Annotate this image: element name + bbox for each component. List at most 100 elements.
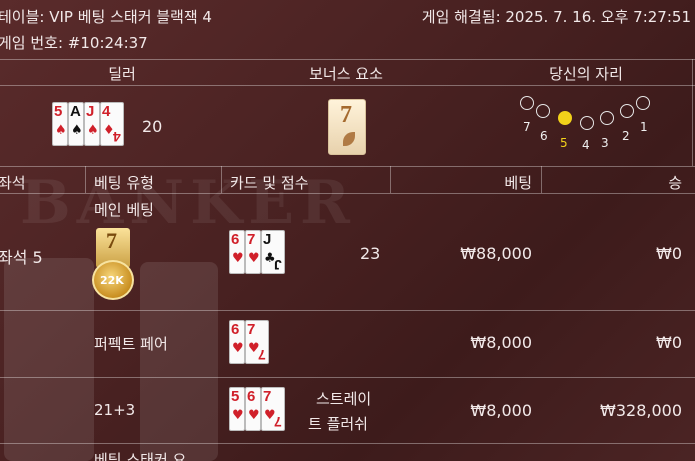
card-suit-icon: ♠	[55, 123, 67, 138]
background-card-ace	[140, 262, 218, 461]
divider	[85, 166, 86, 193]
dealer-hand: 5 ♠ A ♠ J ♠ 4 ♦ 4	[52, 102, 124, 146]
divider	[0, 166, 695, 167]
card-rank: 6	[231, 321, 240, 338]
card-rank: 5	[54, 103, 63, 120]
playing-card: A ♠	[68, 102, 84, 146]
seat-circle-3	[600, 111, 614, 125]
main-score: 23	[360, 244, 381, 263]
main-hand: 6 ♥ 7 ♥ J ♣ J	[229, 230, 285, 274]
divider	[692, 59, 693, 166]
card-rank-inverted: 7	[258, 347, 266, 363]
column-bet: 베팅	[504, 174, 532, 192]
playing-card: J ♣ J	[261, 230, 285, 274]
card-rank: 4	[102, 103, 111, 120]
card-suit-icon: ♥	[232, 341, 244, 356]
dealer-score: 20	[142, 117, 163, 136]
seat-circle-1	[636, 96, 650, 110]
seat-circle-5	[558, 111, 572, 125]
card-rank: J	[263, 231, 272, 248]
card-rank: 5	[231, 388, 240, 405]
playing-card: 7 ♥ 7	[245, 320, 269, 364]
card-rank: 7	[263, 388, 272, 405]
card-suit-icon: ♠	[71, 123, 83, 138]
playing-card: 7 ♥ 7	[261, 387, 285, 431]
column-bet-type: 베팅 유형	[94, 174, 154, 192]
seat-number-label: 1	[640, 120, 648, 134]
seat-number-label: 5	[560, 136, 568, 150]
dealer-header: 딜러	[108, 65, 136, 83]
seat-number-label: 6	[540, 129, 548, 143]
seat-number-label: 4	[582, 138, 590, 152]
side-bet-21-3-label: 21+3	[94, 401, 136, 419]
card-suit-icon: ♥	[232, 408, 244, 423]
card-suit-icon: ♥	[248, 408, 260, 423]
playing-card: 6 ♥	[229, 230, 245, 274]
divider	[221, 166, 222, 193]
seat-number-label: 7	[523, 120, 531, 134]
divider	[0, 85, 695, 86]
table-name: 테이블: VIP 베팅 스태커 블랙잭 4	[0, 8, 212, 26]
bonus-card-value: 7	[340, 102, 352, 128]
divider	[390, 166, 391, 193]
column-win: 승	[668, 174, 682, 192]
side-bet-amount: ₩8,000	[470, 401, 532, 420]
main-bet-label: 메인 베팅	[94, 201, 154, 219]
main-bet-amount: ₩88,000	[460, 244, 532, 263]
column-cards-score: 카드 및 점수	[230, 174, 309, 192]
divider	[0, 59, 695, 60]
side-bet-hand: 5 ♥ 6 ♥ 7 ♥ 7	[229, 387, 285, 431]
column-seat: 좌석	[0, 174, 26, 192]
card-suit-icon: ♥	[232, 251, 244, 266]
playing-card: 5 ♠	[52, 102, 68, 146]
divider	[541, 166, 542, 193]
card-rank-inverted: J	[274, 257, 282, 273]
seat-number-label: 2	[622, 129, 630, 143]
playing-card: 4 ♦ 4	[100, 102, 124, 146]
seat-header: 당신의 자리	[549, 65, 623, 83]
seat-number-label: 3	[601, 136, 609, 150]
playing-card: 6 ♥	[245, 387, 261, 431]
side-bet-win: ₩328,000	[600, 401, 682, 420]
chip-card-value: 7	[106, 228, 117, 253]
seat-circle-6	[536, 104, 550, 118]
card-rank: 6	[231, 231, 240, 248]
playing-card: J ♠	[84, 102, 100, 146]
seat-number: 좌석 5	[0, 248, 43, 267]
main-win-amount: ₩0	[656, 244, 682, 263]
game-number: 게임 번호: #10:24:37	[0, 34, 148, 52]
playing-card: 7 ♥	[245, 230, 261, 274]
card-rank: J	[86, 103, 95, 120]
divider	[0, 443, 695, 444]
card-rank-inverted: 7	[274, 414, 282, 430]
card-rank: 6	[247, 388, 256, 405]
chip-value: 22K	[100, 274, 124, 287]
playing-card: 6 ♥	[229, 320, 245, 364]
card-rank: 7	[247, 231, 256, 248]
game-header: 테이블: VIP 베팅 스태커 블랙잭 4 게임 번호: #10:24:37 게…	[0, 0, 695, 58]
divider	[0, 310, 695, 311]
playing-card: 5 ♥	[229, 387, 245, 431]
seat-circle-7	[520, 96, 534, 110]
leaf-icon	[343, 132, 355, 146]
card-rank: A	[70, 103, 81, 120]
bet-stacker-label: 베팅 스태커 요	[94, 451, 187, 461]
perfect-pair-hand: 6 ♥ 7 ♥ 7	[229, 320, 269, 364]
seat-circle-4	[580, 116, 594, 130]
hand-result-line2: 트 플러쉬	[308, 415, 368, 433]
bonus-multiplier-card: 7	[328, 99, 366, 155]
perfect-pair-bet: ₩8,000	[470, 333, 532, 352]
background-card-club	[4, 258, 94, 461]
divider	[0, 193, 695, 194]
game-resolved-time: 게임 해결됨: 2025. 7. 16. 오후 7:27:51	[421, 8, 691, 26]
perfect-pair-win: ₩0	[656, 333, 682, 352]
perfect-pair-label: 퍼펙트 페어	[94, 335, 168, 353]
divider	[0, 377, 695, 378]
card-rank: 7	[247, 321, 256, 338]
card-suit-icon: ♠	[87, 123, 99, 138]
bonus-header: 보너스 요소	[309, 65, 383, 83]
bet-chip-icon: 22K	[92, 260, 134, 300]
card-suit-icon: ♥	[248, 251, 260, 266]
card-rank-inverted: 4	[113, 129, 121, 145]
seat-circle-2	[620, 104, 634, 118]
